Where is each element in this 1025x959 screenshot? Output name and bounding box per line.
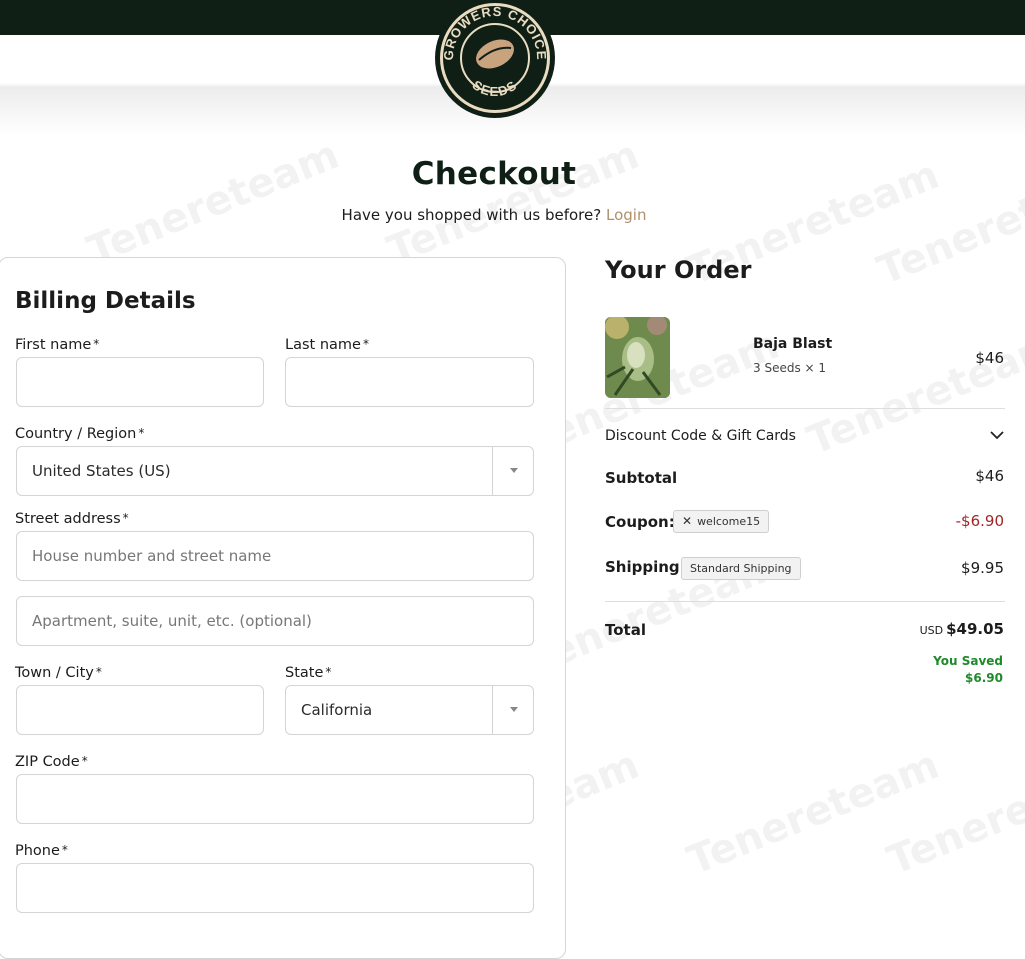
- savings-label: You Saved: [933, 654, 1003, 668]
- shipping-value: $9.95: [961, 559, 1004, 577]
- total-amount: $49.05: [946, 620, 1004, 638]
- phone-field[interactable]: [16, 863, 534, 913]
- required-mark: *: [81, 754, 88, 768]
- phone-label: Phone *: [15, 843, 68, 859]
- last-name-field[interactable]: [285, 357, 534, 407]
- currency-code: USD: [919, 624, 944, 637]
- apartment-field[interactable]: Apartment, suite, unit, etc. (optional): [16, 596, 534, 646]
- zip-label: ZIP Code *: [15, 754, 88, 770]
- label-text: State: [285, 665, 324, 681]
- chevron-down-icon: [510, 707, 518, 712]
- required-mark: *: [95, 665, 102, 679]
- product-variant: 3 Seeds × 1: [753, 361, 826, 375]
- shipping-method-tag: Standard Shipping: [681, 557, 801, 580]
- page-title: Checkout: [411, 156, 577, 192]
- country-label: Country / Region *: [15, 426, 144, 442]
- divider: [605, 408, 1005, 409]
- total-value: USD $49.05: [920, 620, 1004, 638]
- label-text: First name: [15, 337, 92, 353]
- apartment-placeholder: Apartment, suite, unit, etc. (optional): [32, 612, 312, 630]
- shipping-label: Shipping:: [605, 558, 686, 576]
- cannabis-bud-icon: [605, 317, 670, 398]
- total-label: Total: [605, 621, 646, 639]
- returning-customer-prompt: Have you shopped with us before? Login: [0, 206, 988, 224]
- login-link[interactable]: Login: [606, 206, 646, 224]
- returning-text: Have you shopped with us before?: [341, 206, 602, 224]
- label-text: Country / Region: [15, 426, 137, 442]
- label-text: Phone: [15, 843, 60, 859]
- discount-label: Discount Code & Gift Cards: [605, 428, 796, 444]
- discount-code-toggle[interactable]: Discount Code & Gift Cards: [605, 428, 1005, 448]
- coupon-value: -$6.90: [955, 512, 1004, 530]
- required-mark: *: [93, 337, 100, 351]
- product-name: Baja Blast: [753, 336, 833, 352]
- product-image: [605, 317, 670, 398]
- chevron-down-icon: [990, 431, 1004, 440]
- quantity-text: × 1: [804, 361, 827, 375]
- order-title: Your Order: [605, 256, 752, 284]
- subtotal-value: $46: [975, 467, 1004, 485]
- watermark-text: Tenereteam: [681, 741, 946, 885]
- street-label: Street address *: [15, 511, 129, 527]
- country-value: United States (US): [32, 462, 171, 480]
- brand-logo[interactable]: GROWERS CHOICE SEEDS: [433, 0, 557, 120]
- last-name-label: Last name *: [285, 337, 369, 353]
- chevron-down-icon: [510, 468, 518, 473]
- required-mark: *: [122, 511, 129, 525]
- watermark-text: Tenereteam: [381, 131, 646, 275]
- first-name-label: First name *: [15, 337, 99, 353]
- required-mark: *: [61, 843, 68, 857]
- required-mark: *: [325, 665, 332, 679]
- required-mark: *: [362, 337, 369, 351]
- first-name-field[interactable]: [16, 357, 264, 407]
- watermark-text: Tenereteam: [881, 741, 1025, 885]
- state-value: California: [301, 701, 373, 719]
- city-label: Town / City *: [15, 665, 102, 681]
- coupon-label: Coupon:: [605, 513, 675, 531]
- label-text: Town / City: [15, 665, 94, 681]
- select-divider: [492, 447, 493, 495]
- remove-coupon-icon[interactable]: ✕: [682, 514, 692, 528]
- state-label: State *: [285, 665, 331, 681]
- product-price: $46: [975, 349, 1004, 367]
- savings-note: You Saved $6.90: [933, 653, 1003, 687]
- street-placeholder: House number and street name: [32, 547, 272, 565]
- coupon-code: welcome15: [697, 515, 761, 528]
- label-text: ZIP Code: [15, 754, 80, 770]
- subtotal-label: Subtotal: [605, 469, 678, 487]
- divider: [605, 601, 1005, 602]
- coupon-tag: ✕ welcome15: [673, 510, 770, 533]
- label-text: Street address: [15, 511, 121, 527]
- watermark-text: Tenereteam: [81, 131, 346, 275]
- street-address-field[interactable]: House number and street name: [16, 531, 534, 581]
- zip-field[interactable]: [16, 774, 534, 824]
- savings-value: $6.90: [965, 671, 1003, 685]
- select-divider: [492, 686, 493, 734]
- state-select[interactable]: California: [285, 685, 534, 735]
- variant-text: 3 Seeds: [753, 361, 801, 375]
- city-field[interactable]: [16, 685, 264, 735]
- billing-title: Billing Details: [15, 288, 196, 314]
- label-text: Last name: [285, 337, 361, 353]
- country-select[interactable]: United States (US): [16, 446, 534, 496]
- required-mark: *: [138, 426, 145, 440]
